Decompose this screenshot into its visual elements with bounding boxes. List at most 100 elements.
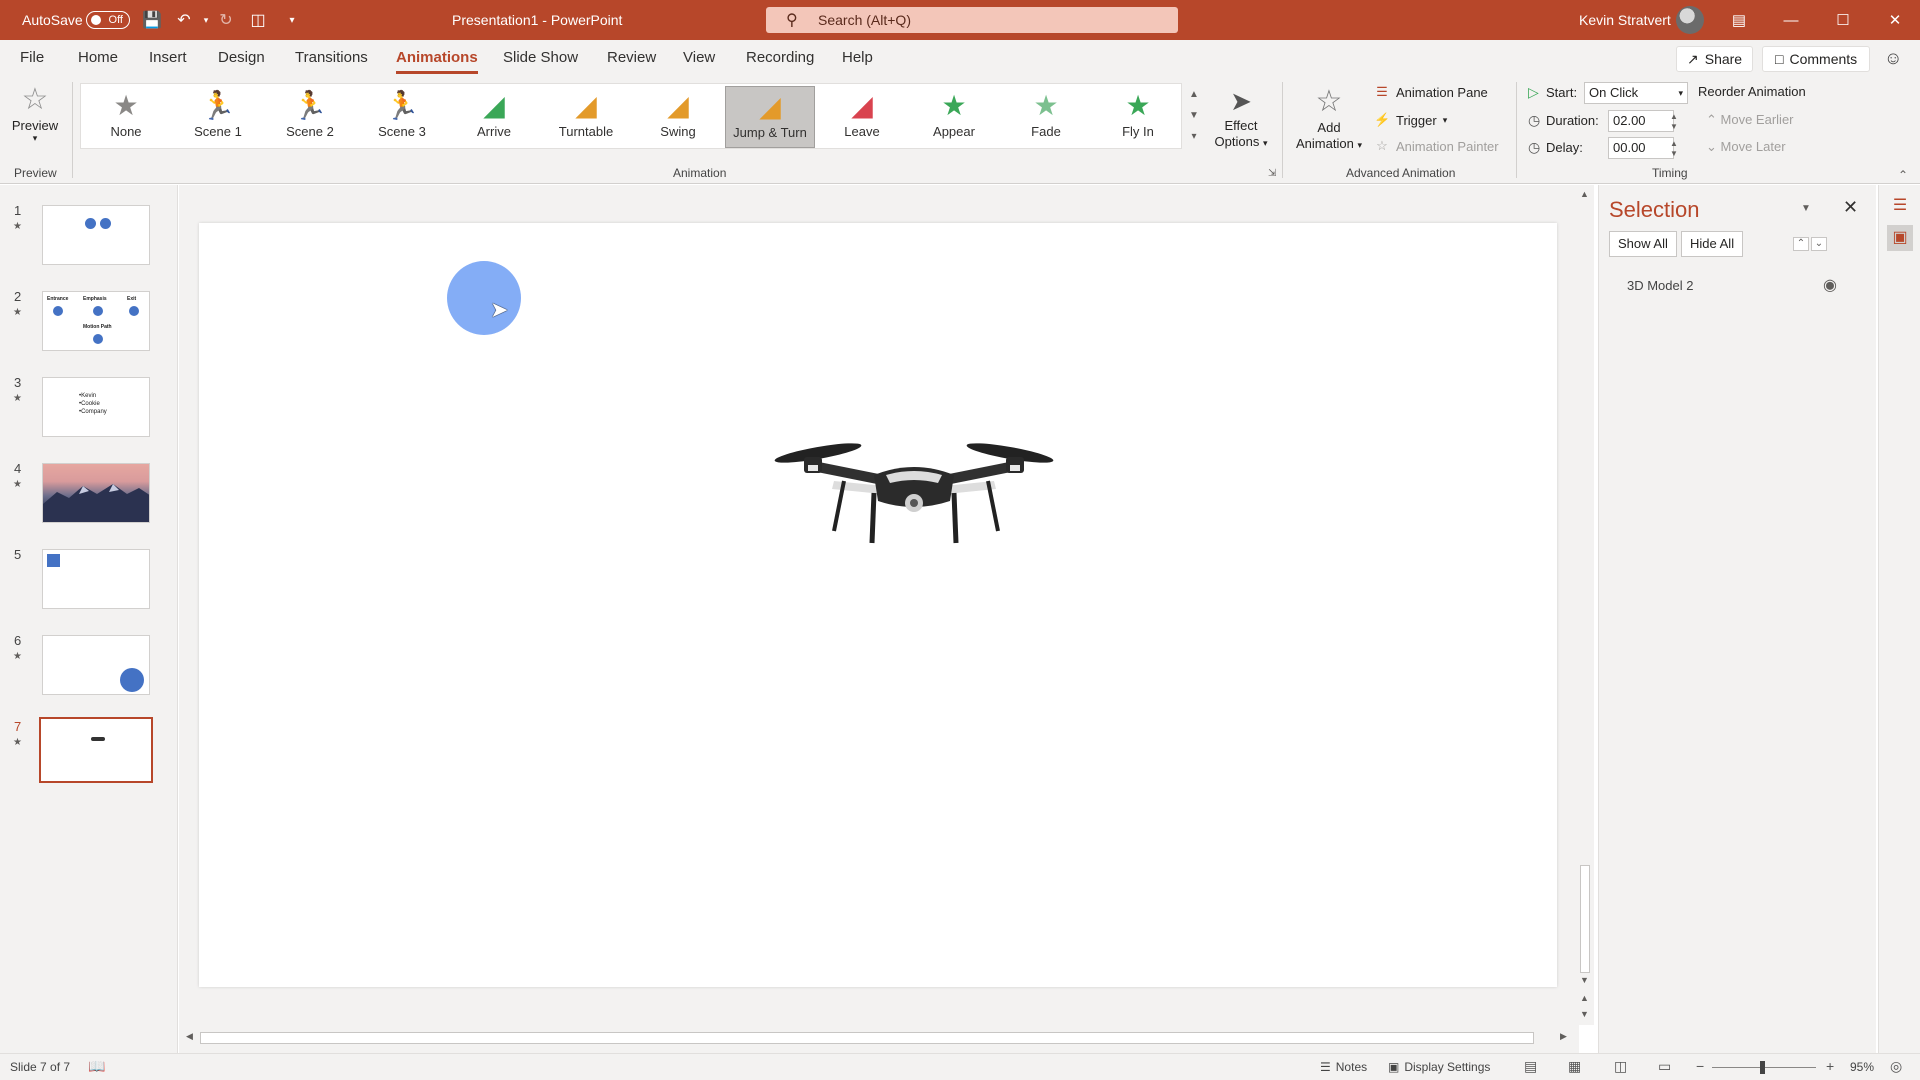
anim-scene-2[interactable]: 🏃 Scene 2: [265, 86, 355, 148]
scroll-right-icon[interactable]: ▶: [1560, 1031, 1567, 1042]
tab-recording[interactable]: Recording: [746, 49, 814, 66]
animation-pane-rail-icon[interactable]: ☰: [1887, 193, 1913, 219]
reading-view-icon[interactable]: ◫: [1614, 1058, 1627, 1075]
selection-pane-rail-icon[interactable]: ▣: [1887, 225, 1913, 251]
slide-thumbnail-4[interactable]: [42, 463, 150, 523]
tab-transitions[interactable]: Transitions: [295, 49, 368, 66]
slide-thumbnail-7[interactable]: [39, 717, 153, 783]
undo-icon[interactable]: ↶: [172, 0, 196, 40]
tab-slide-show[interactable]: Slide Show: [503, 49, 578, 66]
display-settings-button[interactable]: ▣ Display Settings: [1388, 1060, 1490, 1074]
tab-help[interactable]: Help: [842, 49, 873, 66]
collapse-ribbon-icon[interactable]: ⌃: [1898, 168, 1908, 182]
scroll-down-icon[interactable]: ▼: [1580, 975, 1589, 985]
3d-model-drone[interactable]: [774, 431, 1054, 551]
anim-swing[interactable]: ◢ Swing: [633, 86, 723, 148]
scroll-thumb[interactable]: [1580, 865, 1590, 973]
selection-item[interactable]: 3D Model 2 ◉: [1599, 273, 1875, 299]
add-animation-button[interactable]: ☆ Add Animation ▾: [1290, 84, 1368, 164]
ribbon: ☆ Preview ▾ Preview ★ None 🏃 Scene 1 🏃 Scen…: [0, 76, 1920, 184]
anim-arrive[interactable]: ◢ Arrive: [449, 86, 539, 148]
close-icon[interactable]: ✕: [1872, 0, 1918, 40]
send-backward-icon[interactable]: ⌄: [1811, 237, 1827, 251]
gallery-down-icon[interactable]: ▼: [1186, 105, 1202, 126]
redo-icon[interactable]: ↻: [214, 0, 238, 40]
move-earlier-button[interactable]: ⌃ Move Earlier: [1706, 112, 1794, 128]
anim-turntable[interactable]: ◢ Turntable: [541, 86, 631, 148]
anim-scene-1[interactable]: 🏃 Scene 1: [173, 86, 263, 148]
present-icon[interactable]: ◫: [246, 0, 270, 40]
zoom-in-icon[interactable]: +: [1826, 1058, 1834, 1074]
customize-qat-icon[interactable]: ▾: [280, 0, 304, 40]
slide-canvas[interactable]: ➤: [199, 223, 1557, 987]
comments-button[interactable]: □ Comments: [1762, 46, 1871, 72]
duration-spinner[interactable]: ▲ ▼: [1667, 112, 1681, 132]
anim-leave[interactable]: ◢ Leave: [817, 86, 907, 148]
horizontal-scrollbar[interactable]: ◀ ▶: [180, 1028, 1576, 1048]
tab-review[interactable]: Review: [607, 49, 656, 66]
show-all-button[interactable]: Show All: [1609, 231, 1677, 257]
gallery-up-icon[interactable]: ▲: [1186, 84, 1202, 105]
trigger-button[interactable]: ⚡ Trigger ▾: [1374, 112, 1447, 128]
pane-options-icon[interactable]: ▼: [1801, 203, 1811, 214]
save-icon[interactable]: 💾: [140, 0, 164, 40]
anim-none[interactable]: ★ None: [81, 86, 171, 148]
tab-view[interactable]: View: [683, 49, 715, 66]
tab-insert[interactable]: Insert: [149, 49, 187, 66]
animation-star-icon: ★: [13, 651, 22, 662]
close-pane-icon[interactable]: ✕: [1843, 197, 1858, 218]
zoom-level[interactable]: 95%: [1850, 1060, 1874, 1074]
start-select[interactable]: On Click ▾: [1584, 82, 1688, 104]
tab-file[interactable]: File: [20, 49, 44, 66]
animation-pane-button[interactable]: ☰ Animation Pane: [1374, 84, 1488, 100]
dialog-launcher-icon[interactable]: ⇲: [1268, 168, 1276, 179]
anim-scene-3[interactable]: 🏃 Scene 3: [357, 86, 447, 148]
anim-jump-and-turn[interactable]: ◢ Jump & Turn: [725, 86, 815, 148]
slide-thumbnail-3[interactable]: •Kevin •Cookie •Company: [42, 377, 150, 437]
previous-slide-icon[interactable]: ▲: [1580, 993, 1589, 1003]
zoom-slider-handle[interactable]: [1760, 1061, 1765, 1074]
duration-input[interactable]: 02.00: [1608, 110, 1674, 132]
scroll-left-icon[interactable]: ◀: [186, 1031, 193, 1042]
slide-sorter-icon[interactable]: ▦: [1568, 1058, 1581, 1075]
slide-show-icon[interactable]: ▭: [1658, 1058, 1671, 1075]
slide-thumbnail-2[interactable]: Entrance Emphasis Exit Motion Path: [42, 291, 150, 351]
normal-view-icon[interactable]: ▤: [1524, 1058, 1537, 1075]
move-later-button[interactable]: ⌄ Move Later: [1706, 139, 1786, 155]
effect-options-button[interactable]: ➤ Effect Options ▾: [1208, 84, 1274, 164]
slide-thumbnail-6[interactable]: [42, 635, 150, 695]
accessibility-icon[interactable]: 📖: [88, 1058, 105, 1075]
anim-fade[interactable]: ★ Fade: [1001, 86, 1091, 148]
scroll-up-icon[interactable]: ▲: [1580, 189, 1589, 199]
avatar[interactable]: [1676, 6, 1704, 34]
anim-appear[interactable]: ★ Appear: [909, 86, 999, 148]
zoom-out-icon[interactable]: −: [1696, 1058, 1704, 1074]
delay-input[interactable]: 00.00: [1608, 137, 1674, 159]
delay-spinner[interactable]: ▲ ▼: [1667, 139, 1681, 159]
hide-all-button[interactable]: Hide All: [1681, 231, 1744, 257]
next-slide-icon[interactable]: ▼: [1580, 1009, 1589, 1019]
tab-design[interactable]: Design: [218, 49, 265, 66]
animation-painter-button[interactable]: ☆ Animation Painter: [1374, 138, 1498, 154]
notes-button[interactable]: ☰ Notes: [1320, 1060, 1367, 1074]
scroll-thumb[interactable]: [200, 1032, 1534, 1044]
anim-fly-in[interactable]: ★ Fly In: [1093, 86, 1183, 148]
maximize-icon[interactable]: ☐: [1820, 0, 1866, 40]
ribbon-display-options-icon[interactable]: ▤: [1716, 0, 1762, 40]
share-button[interactable]: ↗ Share: [1676, 46, 1754, 72]
search-input[interactable]: ⚲ Search (Alt+Q): [766, 7, 1178, 33]
user-name[interactable]: Kevin Stratvert: [1579, 0, 1671, 40]
tab-animations[interactable]: Animations: [396, 49, 478, 74]
visibility-eye-icon[interactable]: ◉: [1823, 275, 1837, 295]
autosave-toggle[interactable]: Off: [86, 11, 130, 29]
fit-to-window-icon[interactable]: ◎: [1890, 1058, 1902, 1075]
gallery-more-icon[interactable]: ▾: [1186, 126, 1202, 147]
slide-thumbnail-5[interactable]: [42, 549, 150, 609]
tab-home[interactable]: Home: [78, 49, 118, 66]
vertical-scrollbar[interactable]: ▲ ▼ ▲ ▼: [1576, 185, 1594, 1025]
preview-button[interactable]: ☆ Preview ▾: [8, 82, 62, 162]
bring-forward-icon[interactable]: ⌃: [1793, 237, 1809, 251]
minimize-icon[interactable]: —: [1768, 0, 1814, 40]
feedback-smile-icon[interactable]: ☺: [1884, 48, 1902, 69]
slide-thumbnail-1[interactable]: [42, 205, 150, 265]
